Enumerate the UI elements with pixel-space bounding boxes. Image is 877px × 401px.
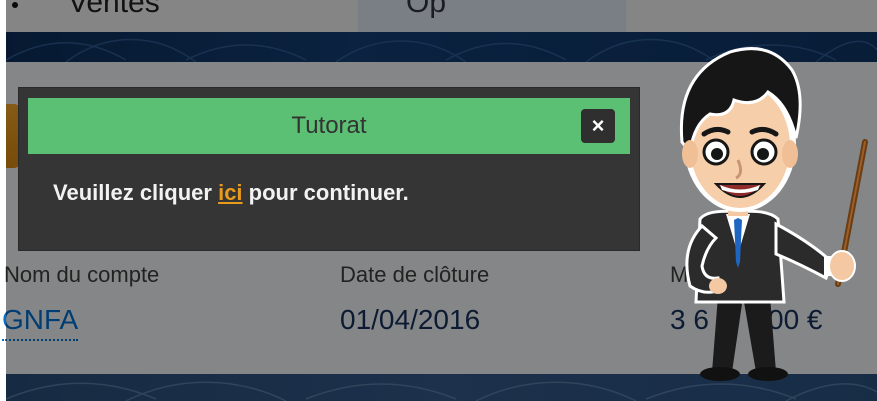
tutorial-message-after: pour continuer. — [242, 180, 409, 205]
tutorial-dialog-header: Tutorat × — [28, 98, 630, 154]
tutorial-message-before: Veuillez cliquer — [53, 180, 219, 205]
tutorial-dialog: Tutorat × Veuillez cliquer ici pour cont… — [19, 88, 639, 250]
close-icon: × — [591, 113, 605, 138]
tutorial-message: Veuillez cliquer ici pour continuer. — [53, 180, 409, 206]
teacher-mascot-icon — [679, 47, 868, 381]
continue-link[interactable]: ici — [218, 180, 242, 205]
close-button[interactable]: × — [581, 109, 615, 143]
tutorial-dialog-title: Tutorat — [291, 112, 367, 139]
